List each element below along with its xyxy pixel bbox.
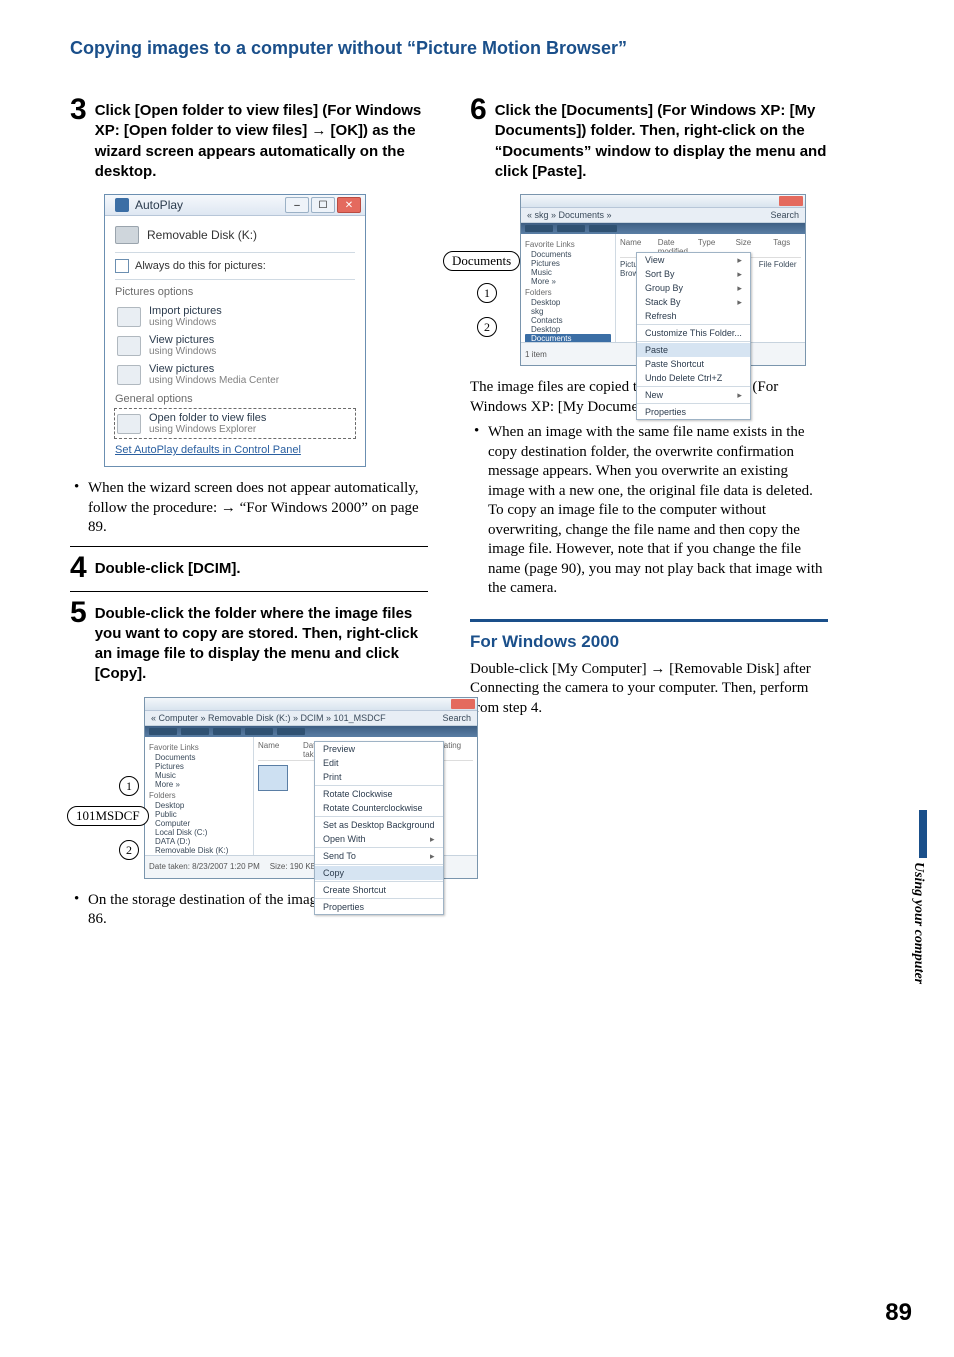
opt-view-wmc[interactable]: View pictures using Windows Media Center [115,360,355,389]
selected-image-thumb[interactable] [258,765,288,791]
step-text: Click [Open folder to view files] (For W… [95,101,428,182]
ctx-customize[interactable]: Customize This Folder... [637,326,750,340]
step-5: 5 Double-click the folder where the imag… [70,591,428,685]
ctx-rotate-ccw[interactable]: Rotate Counterclockwise [315,801,443,815]
callout-circle-2: 2 [119,840,139,860]
section-header: Copying images to a computer without “Pi… [70,38,894,59]
explorer-paste-window: Documents 1 2 « skg » Documents » Search… [520,194,806,366]
ctx-send-to[interactable]: Send To [315,849,443,863]
ctx-undo[interactable]: Undo Delete Ctrl+Z [637,371,750,385]
opt-sub: using Windows Explorer [149,424,266,435]
windows2000-heading: For Windows 2000 [470,619,828,652]
step-3: 3 Click [Open folder to view files] (For… [70,95,428,182]
step-text: Double-click the folder where the image … [95,604,428,685]
ctx-new[interactable]: New [637,388,750,402]
step-number: 5 [70,598,87,628]
step-number: 6 [470,95,487,125]
autoplay-window: AutoPlay – ☐ ✕ Removable Disk (K:) [104,194,366,467]
callout-circle-2: 2 [477,317,497,337]
bullet-after-step3: • When the wizard screen does not appear… [74,479,428,538]
opt-sub: using Windows [149,317,222,328]
drive-row: Removable Disk (K:) [115,226,355,244]
explorer-toolbar [145,726,477,737]
address-bar[interactable]: « skg » Documents » [527,210,612,220]
chapter-side-tab: Using your computer [910,810,936,984]
drive-icon [115,226,139,244]
explorer-toolbar [521,223,805,234]
windows2000-body: Double-click [My Computer] → [Removable … [470,660,828,719]
ctx-create-shortcut[interactable]: Create Shortcut [315,883,443,897]
step-4: 4 Double-click [DCIM]. [70,546,428,583]
callout-documents-label: Documents [443,251,520,271]
general-group-label: General options [115,393,355,405]
context-menu-copy: Preview Edit Print Rotate Clockwise Rota… [314,741,444,915]
opt-title: Open folder to view files [149,412,266,424]
ctx-refresh[interactable]: Refresh [637,309,750,323]
opt-title: View pictures [149,363,279,375]
step-number: 3 [70,95,87,125]
ctx-properties[interactable]: Properties [315,900,443,914]
ctx-properties[interactable]: Properties [637,405,750,419]
ctx-groupby[interactable]: Group By [637,281,750,295]
ctx-paste-shortcut[interactable]: Paste Shortcut [637,357,750,371]
callout-circle-1: 1 [477,283,497,303]
ctx-edit[interactable]: Edit [315,756,443,770]
opt-view-win[interactable]: View pictures using Windows [115,331,355,360]
close-icon[interactable]: ✕ [337,197,361,213]
search-box[interactable]: Search [442,713,471,723]
gallery-icon [117,336,141,356]
opt-open-folder[interactable]: Open folder to view files using Windows … [115,409,355,438]
folder-icon [117,414,141,434]
ctx-rotate-cw[interactable]: Rotate Clockwise [315,787,443,801]
context-menu-paste: View Sort By Group By Stack By Refresh C… [636,252,751,420]
ctx-preview[interactable]: Preview [315,742,443,756]
ctx-paste[interactable]: Paste [637,343,750,357]
autoplay-icon [115,198,129,212]
ctx-stackby[interactable]: Stack By [637,295,750,309]
opt-title: Import pictures [149,305,222,317]
opt-sub: using Windows Media Center [149,375,279,386]
maximize-icon[interactable]: ☐ [311,197,335,213]
address-bar[interactable]: « Computer » Removable Disk (K:) » DCIM … [151,713,386,723]
row-type: File Folder [759,260,801,278]
explorer-sidebar: Favorite Links Documents Pictures Music … [521,234,616,342]
step-text: Click the [Documents] (For Windows XP: [… [495,101,828,182]
opt-import[interactable]: Import pictures using Windows [115,302,355,331]
explorer-copy-window: 101MSDCF 1 2 « Computer » Removable Disk… [144,697,478,879]
bullet-after-step6: • When an image with the same file name … [474,423,828,599]
minimize-icon[interactable]: – [285,197,309,213]
step-number: 4 [70,553,87,583]
callout-folder-label: 101MSDCF [67,806,149,826]
drive-label: Removable Disk (K:) [147,228,257,242]
always-checkbox[interactable] [115,259,129,273]
autoplay-title: AutoPlay [135,198,183,212]
ctx-copy[interactable]: Copy [315,866,443,880]
explorer-sidebar: Favorite Links Documents Pictures Music … [145,737,254,855]
mediacenter-icon [117,365,141,385]
ctx-print[interactable]: Print [315,770,443,784]
autoplay-titlebar: AutoPlay – ☐ ✕ [105,195,365,216]
camera-icon [117,307,141,327]
page-number: 89 [885,1299,912,1327]
opt-title: View pictures [149,334,216,346]
pictures-group-label: Pictures options [115,286,355,298]
autoplay-defaults-link[interactable]: Set AutoPlay defaults in Control Panel [115,444,355,456]
ctx-open-with[interactable]: Open With [315,832,443,846]
ctx-view[interactable]: View [637,253,750,267]
ctx-sortby[interactable]: Sort By [637,267,750,281]
step-6: 6 Click the [Documents] (For Windows XP:… [470,95,828,182]
ctx-set-bg[interactable]: Set as Desktop Background [315,818,443,832]
callout-circle-1: 1 [119,776,139,796]
step-text: Double-click [DCIM]. [95,559,241,579]
search-box[interactable]: Search [770,210,799,220]
opt-sub: using Windows [149,346,216,357]
selected-documents[interactable]: Documents [525,334,611,342]
always-label: Always do this for pictures: [135,260,266,272]
